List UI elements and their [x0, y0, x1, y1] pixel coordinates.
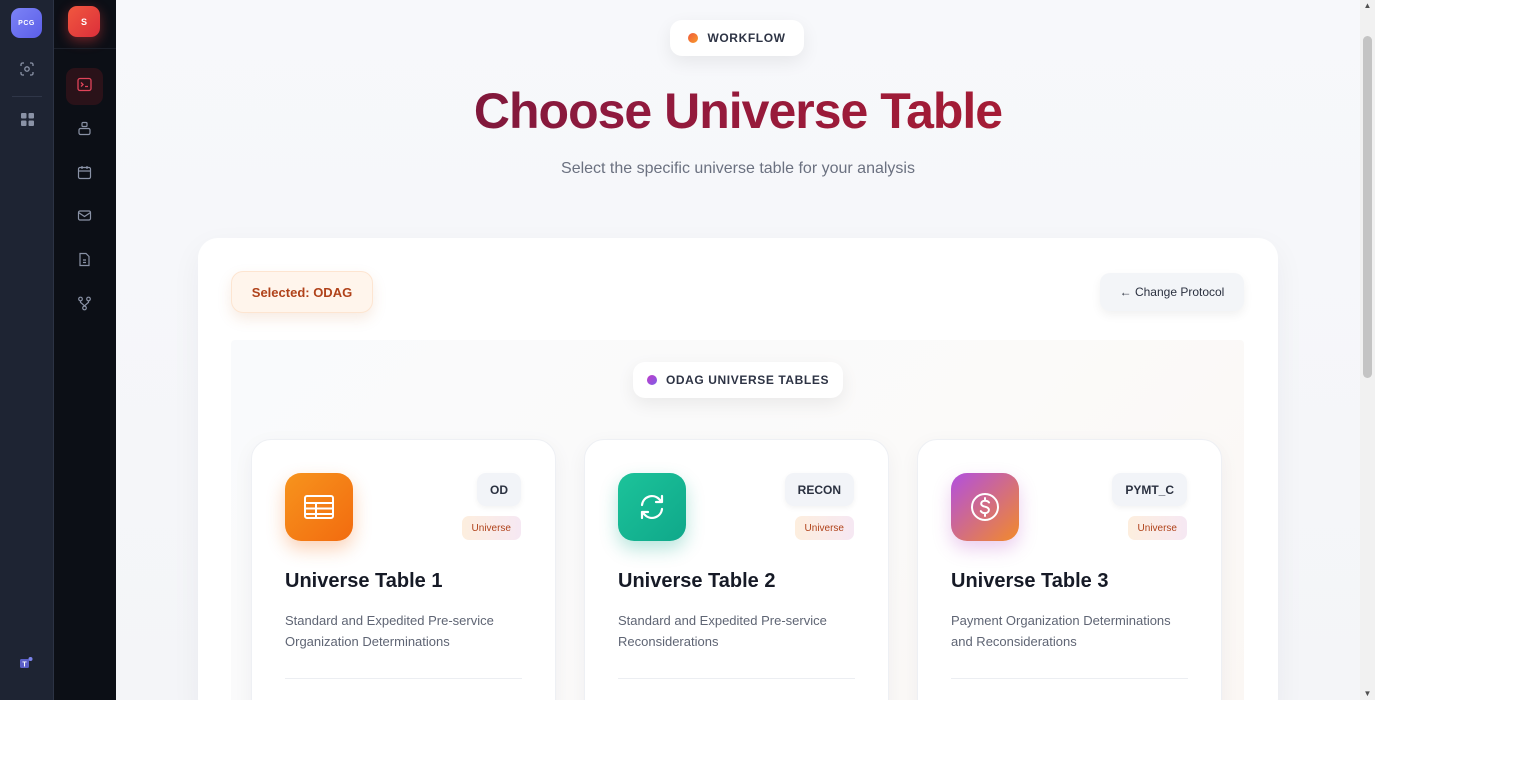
card-title: Universe Table 3 [951, 570, 1109, 592]
card-description: Standard and Expedited Pre-service Organ… [285, 613, 494, 649]
table-code: PYMT_C [1112, 473, 1187, 506]
terminal-icon [77, 77, 92, 97]
grid-icon[interactable] [17, 109, 37, 129]
table-code: RECON [784, 473, 854, 506]
focus-icon[interactable] [17, 59, 37, 79]
universe-tag: Universe [794, 516, 854, 540]
change-protocol-button[interactable]: ← Change Protocol [1100, 273, 1244, 311]
scroll-up-arrow[interactable]: ▲ [1362, 0, 1373, 10]
nav-calendar[interactable] [66, 156, 103, 193]
selection-panel: Selected: ODAG ← Change Protocol ODAG UN… [198, 238, 1278, 700]
status-dot [688, 33, 699, 43]
scroll-down-arrow[interactable]: ▼ [1362, 688, 1373, 698]
card-title: Universe Table 2 [618, 570, 776, 592]
section-badge: ODAG UNIVERSE TABLES [633, 362, 843, 398]
nav-documents[interactable] [66, 243, 103, 280]
refresh-icon [618, 473, 686, 541]
section-label: ODAG UNIVERSE TABLES [665, 373, 830, 387]
universe-tag: Universe [1127, 516, 1187, 540]
workflow-label: WORKFLOW [707, 31, 786, 45]
universe-table-card-3[interactable]: PYMT_C Universe Universe Table 3 Payment… [917, 439, 1222, 700]
main-content: WORKFLOW Choose Universe Table Select th… [116, 0, 1360, 700]
tables-section: ODAG UNIVERSE TABLES OD Universe Univers… [231, 340, 1244, 700]
card-divider [951, 678, 1188, 679]
status-dot [646, 375, 657, 385]
card-description: Standard and Expedited Pre-service Recon… [618, 613, 827, 649]
secondary-rail: S [54, 0, 116, 700]
workflow-badge: WORKFLOW [670, 20, 804, 56]
pcg-logo[interactable]: PCG [11, 8, 42, 38]
app-logo[interactable]: S [68, 6, 100, 37]
svg-text:T: T [22, 662, 27, 669]
rail-divider [12, 96, 42, 97]
teams-icon[interactable]: T [18, 655, 34, 671]
nav-network[interactable] [66, 287, 103, 324]
card-description: Payment Organization Determinations and … [951, 613, 1171, 649]
selected-protocol-badge: Selected: ODAG [231, 271, 373, 313]
nav-mail[interactable] [66, 199, 103, 236]
universe-table-card-1[interactable]: OD Universe Universe Table 1 Standard an… [251, 439, 556, 700]
table-code: OD [477, 473, 521, 506]
app-window: PCG T S WORKFLOW Choose Universe Table S… [0, 0, 1375, 700]
universe-tag: Universe [461, 516, 521, 540]
primary-rail: PCG T [0, 0, 54, 700]
network-icon [77, 296, 92, 316]
user-icon [77, 121, 92, 141]
rail-divider [54, 48, 116, 49]
page-title: Choose Universe Table [116, 82, 1360, 140]
page-subtitle: Select the specific universe table for y… [561, 160, 915, 177]
card-divider [285, 678, 522, 679]
mail-icon [77, 208, 92, 228]
card-title: Universe Table 1 [285, 570, 443, 592]
scrollbar-thumb[interactable] [1363, 36, 1372, 378]
table-icon [285, 473, 353, 541]
universe-table-card-2[interactable]: RECON Universe Universe Table 2 Standard… [584, 439, 889, 700]
nav-terminal[interactable] [66, 68, 103, 105]
dollar-icon [951, 473, 1019, 541]
document-icon [77, 252, 92, 272]
nav-user[interactable] [66, 112, 103, 149]
calendar-icon [77, 165, 92, 185]
card-divider [618, 678, 855, 679]
